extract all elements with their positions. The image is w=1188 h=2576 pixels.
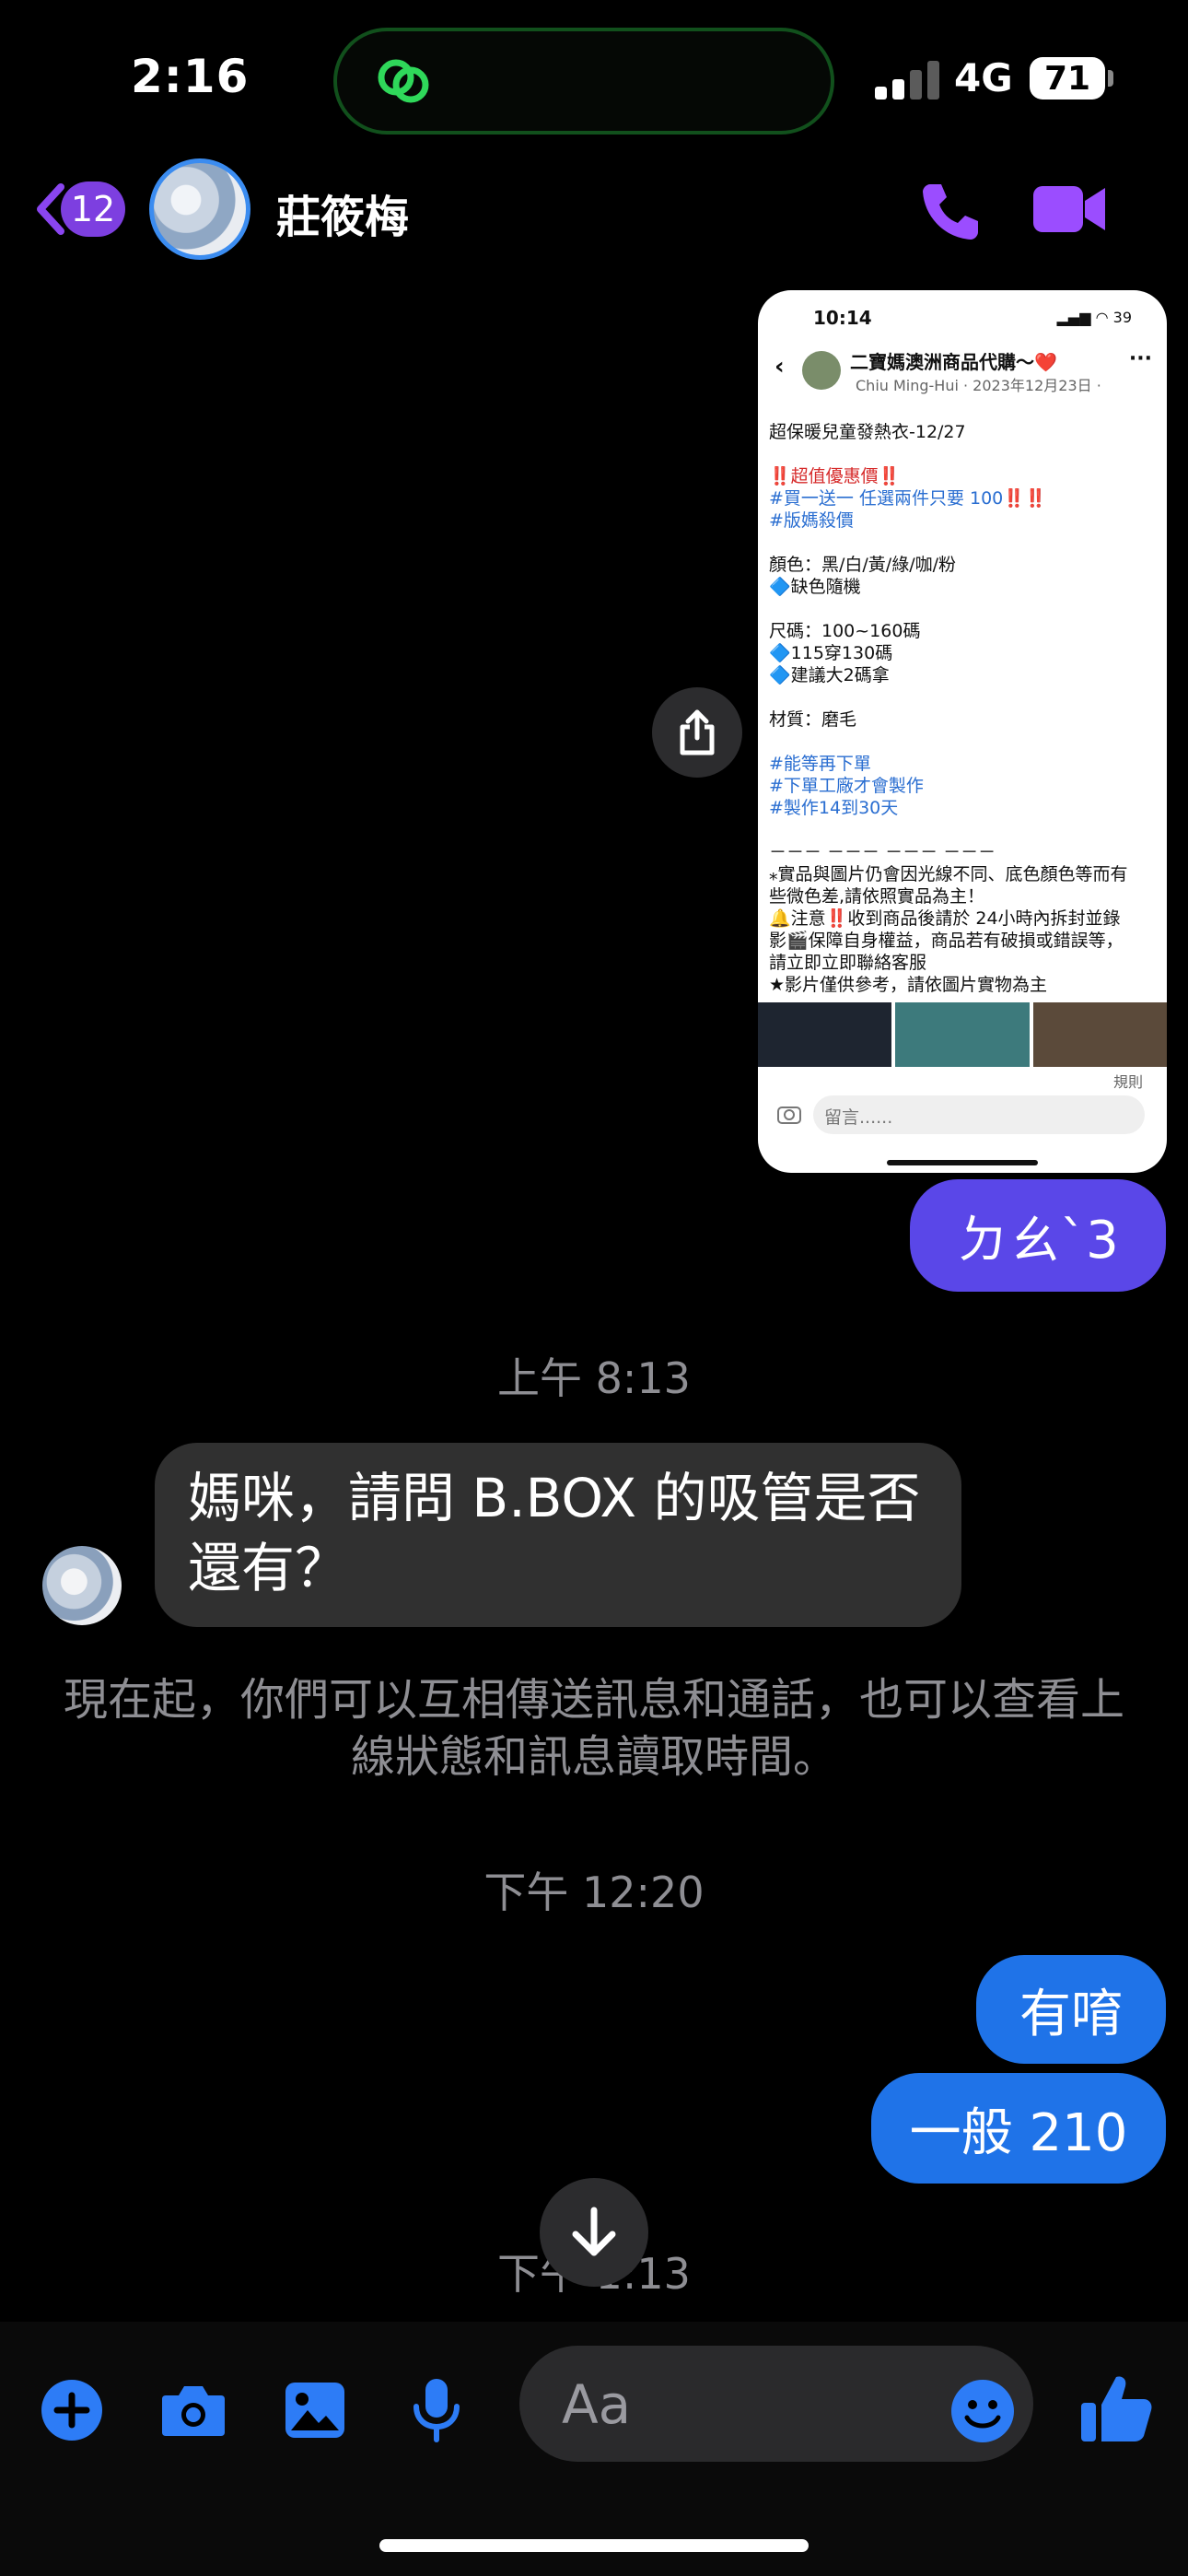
- outgoing-message[interactable]: 有唷: [976, 1955, 1166, 2064]
- post-line: 尺碼：100~160碼: [769, 621, 921, 641]
- shot-group-avatar: [802, 351, 841, 390]
- shot-more-icon: ···: [1128, 347, 1152, 370]
- dynamic-island[interactable]: [333, 28, 834, 135]
- battery-level: 71: [1043, 59, 1091, 98]
- shot-back-icon: ‹: [775, 353, 785, 381]
- post-line: 顏色：黑/白/黃/綠/咖/粉: [769, 555, 957, 575]
- outgoing-message[interactable]: ㄉㄠˋ3: [910, 1179, 1166, 1292]
- post-line: 影🎬保障自身權益，商品若有破損或錯誤等，: [769, 931, 1124, 951]
- timestamp: 上午 8:13: [497, 1353, 691, 1403]
- contact-avatar[interactable]: [149, 158, 250, 260]
- back-button[interactable]: 12: [33, 177, 134, 241]
- message-input-placeholder: Aa: [562, 2373, 632, 2436]
- post-line: 🔷115穿130碼: [769, 643, 893, 663]
- timestamp: 下午 12:20: [483, 1868, 705, 1917]
- outgoing-message[interactable]: 一般 210: [871, 2073, 1166, 2184]
- post-line: 🔷建議大2碼拿: [769, 665, 890, 685]
- post-line: #版媽殺價: [769, 510, 854, 531]
- battery-icon: 71: [1030, 57, 1113, 100]
- shot-battery: 39: [1112, 309, 1132, 326]
- shot-status-icons: ▂▄▆ ◠ 39: [1056, 309, 1132, 326]
- post-line: 🔷缺色隨機: [769, 577, 861, 597]
- share-button[interactable]: [652, 687, 742, 778]
- status-time: 2:16: [131, 50, 250, 103]
- post-line: 超保暖兒童發熱衣-12/27: [769, 422, 966, 442]
- post-line: ★影片僅供參考，請依圖片實物為主: [769, 975, 1048, 995]
- post-line: 些微色差,請依照實品為主！: [769, 886, 985, 907]
- shot-photo-strip: [758, 1002, 1167, 1067]
- phone-icon[interactable]: [917, 177, 984, 243]
- emoji-icon[interactable]: [949, 2377, 1017, 2445]
- post-line: [769, 443, 1156, 465]
- post-line: ⁎實品與圖片仍會因光線不同、底色顏色等而有: [769, 864, 1128, 884]
- shot-rules-label: 規則: [1112, 1073, 1143, 1091]
- microphone-icon[interactable]: [402, 2375, 472, 2445]
- camera-icon[interactable]: [158, 2375, 228, 2445]
- post-line: [769, 532, 1156, 554]
- scroll-to-bottom-button[interactable]: [540, 2178, 648, 2287]
- post-line: #能等再下單: [769, 754, 871, 774]
- signal-icon: [875, 61, 939, 100]
- shot-post-body: 超保暖兒童發熱衣-12/27 ‼️超值優惠價‼️ #買一送一 任選兩件只要 10…: [769, 421, 1156, 996]
- shot-status-time: 10:14: [813, 307, 872, 329]
- post-line: －－－ －－－ －－－ －－－: [769, 842, 996, 862]
- shot-post-header: ‹ 二寶媽澳洲商品代購～❤️ Chiu Ming-Hui · 2023年12月2…: [758, 344, 1167, 417]
- share-icon: [680, 709, 715, 755]
- home-indicator: [379, 2539, 809, 2552]
- incoming-message[interactable]: 媽咪，請問 B.BOX 的吸管是否還有？: [155, 1443, 961, 1627]
- post-line: [769, 819, 1156, 841]
- post-line: #下單工廠才會製作: [769, 776, 924, 796]
- island-link-icon: [378, 59, 429, 103]
- scroll-down-arrow-icon: [572, 2207, 616, 2256]
- video-call-icon[interactable]: [1031, 181, 1107, 238]
- post-line: [769, 731, 1156, 753]
- post-line: #製作14到30天: [769, 798, 899, 818]
- contact-name[interactable]: 莊筱梅: [276, 181, 409, 245]
- gallery-icon[interactable]: [280, 2375, 350, 2445]
- post-line: 材質：磨毛: [769, 709, 857, 730]
- post-line: 請立即立即聯絡客服: [769, 953, 927, 973]
- shot-camera-icon: [777, 1107, 801, 1124]
- shot-home-indicator: [887, 1160, 1038, 1165]
- post-line: [769, 686, 1156, 708]
- shot-author-line: Chiu Ming-Hui · 2023年12月23日 ·: [856, 377, 1101, 394]
- post-line: ‼️超值優惠價‼️: [769, 466, 901, 486]
- plus-icon[interactable]: [37, 2375, 107, 2445]
- shot-comment-field: 留言......: [813, 1095, 1145, 1134]
- post-line: #買一送一 任選兩件只要 100‼️‼️: [769, 488, 1047, 509]
- shot-group-title: 二寶媽澳洲商品代購～❤️: [850, 351, 1057, 373]
- unread-badge: 12: [61, 181, 125, 237]
- network-type: 4G: [954, 55, 1013, 100]
- post-line: [769, 598, 1156, 620]
- post-line: 🔔注意‼️收到商品後請於 24小時內拆封並錄: [769, 908, 1121, 929]
- system-notice: 現在起，你們可以互相傳送訊息和通話，也可以查看上線狀態和訊息讀取時間。: [63, 1674, 1124, 1783]
- thumbs-up-icon[interactable]: [1077, 2370, 1155, 2447]
- contact-avatar-small[interactable]: [42, 1546, 122, 1625]
- shared-screenshot[interactable]: 10:14 ▂▄▆ ◠ 39 ‹ 二寶媽澳洲商品代購～❤️ Chiu Ming-…: [758, 290, 1167, 1173]
